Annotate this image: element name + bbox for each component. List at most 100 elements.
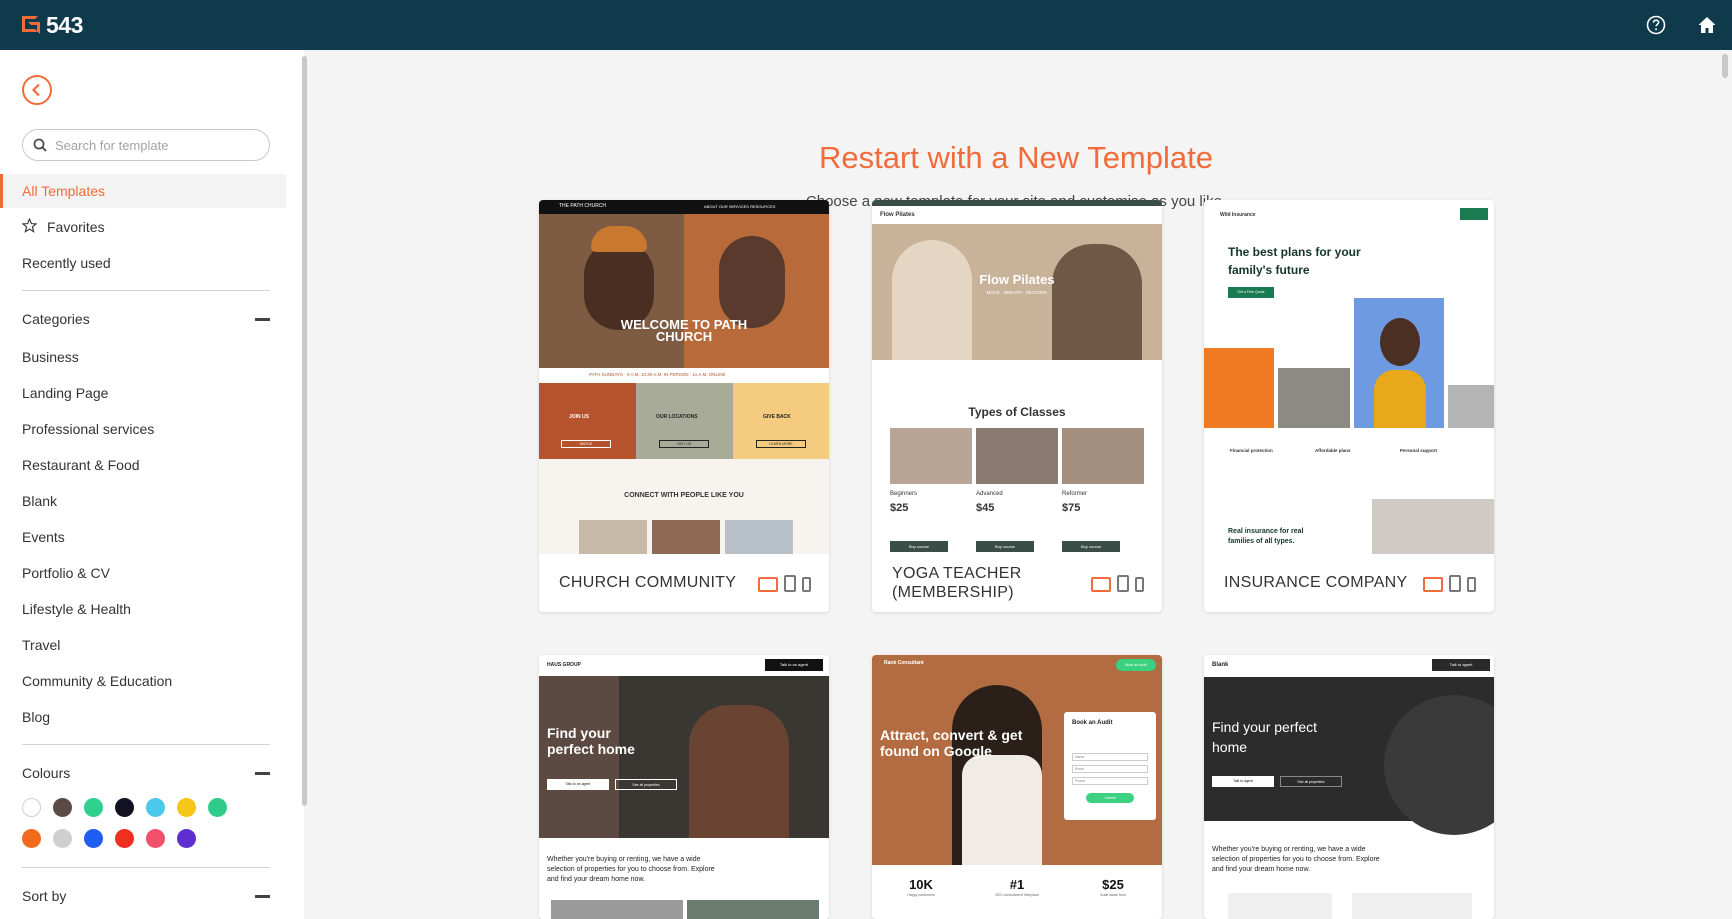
colour-swatch[interactable] <box>177 829 196 848</box>
template-card-church-community[interactable]: THE PATH CHURCH ABOUT OUR SERVICES RESOU… <box>539 200 829 612</box>
nav-label: Favorites <box>47 219 105 235</box>
category-events[interactable]: Events <box>22 529 65 545</box>
colour-swatch[interactable] <box>177 798 196 817</box>
template-card-yoga-teacher[interactable]: Flow Pilates Flow Pilates MOVE · BREATH … <box>872 200 1162 612</box>
template-preview[interactable]: Rank Consultant Book an Audit Attract, c… <box>872 655 1162 919</box>
category-portfolio-cv[interactable]: Portfolio & CV <box>22 565 110 581</box>
colour-swatch[interactable] <box>53 798 72 817</box>
preview-image <box>976 428 1058 484</box>
preview-nav-brand: Rank Consultant <box>884 660 924 666</box>
desktop-icon[interactable] <box>1423 577 1443 592</box>
search-input[interactable] <box>55 137 255 153</box>
preview-image <box>1448 385 1494 428</box>
preview-image <box>1278 368 1350 428</box>
device-preview-toggle[interactable] <box>758 575 811 592</box>
tablet-icon[interactable] <box>1449 575 1461 592</box>
template-preview[interactable]: HAUS GROUP Talk to an agent Find your pe… <box>539 655 829 919</box>
colour-swatch[interactable] <box>84 798 103 817</box>
template-preview[interactable]: Wild Insurance The best plans for your f… <box>1204 200 1494 554</box>
colour-swatch[interactable] <box>84 829 103 848</box>
preview-panel-title: OUR LOCATIONS <box>656 414 698 420</box>
preview-nav-brand: Blank <box>1212 662 1229 668</box>
preview-hero-button: Talk to agent <box>1212 776 1274 787</box>
nav-label: All Templates <box>22 183 106 199</box>
preview-nav-cta: Talk to an agent <box>765 659 823 671</box>
preview-person-shape <box>689 705 789 838</box>
back-button[interactable] <box>22 75 52 105</box>
colour-swatch[interactable] <box>22 829 41 848</box>
preview-nav-cta <box>1460 208 1488 220</box>
preview-class-label: Advanced <box>976 491 1003 497</box>
preview-class-price: $45 <box>976 502 995 514</box>
divider <box>22 744 270 745</box>
preview-stat-value: #1 <box>1009 877 1025 892</box>
category-community-education[interactable]: Community & Education <box>22 673 172 689</box>
main-scrollbar[interactable] <box>1722 54 1728 78</box>
preview-person-shape <box>1374 370 1426 428</box>
template-card-seo-consultant[interactable]: Rank Consultant Book an Audit Attract, c… <box>872 655 1162 919</box>
category-business[interactable]: Business <box>22 349 79 365</box>
tablet-icon[interactable] <box>784 575 796 592</box>
nav-recently-used[interactable]: Recently used <box>0 246 286 280</box>
preview-image <box>652 520 720 554</box>
preview-person-shape <box>892 240 972 360</box>
category-professional-services[interactable]: Professional services <box>22 421 154 437</box>
sidebar-scrollbar[interactable] <box>302 56 307 806</box>
colour-swatch[interactable] <box>22 798 41 817</box>
preview-image <box>1062 428 1144 484</box>
logo[interactable]: 543 <box>22 11 83 39</box>
template-card-real-estate[interactable]: HAUS GROUP Talk to an agent Find your pe… <box>539 655 829 919</box>
desktop-icon[interactable] <box>1091 577 1111 592</box>
preview-class-button: Buy course <box>1062 541 1120 552</box>
preview-image <box>687 900 819 919</box>
categories-section-toggle[interactable]: Categories <box>22 308 270 330</box>
template-preview[interactable]: THE PATH CHURCH ABOUT OUR SERVICES RESOU… <box>539 200 829 554</box>
divider <box>22 290 270 291</box>
nav-all-templates[interactable]: All Templates <box>0 174 286 208</box>
colour-swatch[interactable] <box>115 829 134 848</box>
template-card-blank[interactable]: Blank Talk to agent Find your perfect ho… <box>1204 655 1494 919</box>
mobile-icon[interactable] <box>1467 577 1476 592</box>
nav-label: Recently used <box>22 255 111 271</box>
preview-nav-brand: THE PATH CHURCH <box>559 203 607 209</box>
colours-section-toggle[interactable]: Colours <box>22 762 270 784</box>
nav-favorites[interactable]: Favorites <box>0 210 286 244</box>
device-preview-toggle[interactable] <box>1423 575 1476 592</box>
preview-class-button: Buy course <box>890 541 948 552</box>
star-icon <box>21 217 38 236</box>
category-blog[interactable]: Blog <box>22 709 50 725</box>
preview-hero-title: WELCOME TO PATH CHURCH <box>620 317 748 344</box>
preview-hero-title: Attract, convert & get found on Google <box>880 727 1023 759</box>
template-search[interactable] <box>22 129 270 161</box>
preview-hero-title: Find your perfect home <box>1212 719 1318 755</box>
mobile-icon[interactable] <box>1135 577 1144 592</box>
colour-swatch[interactable] <box>115 798 134 817</box>
preview-nav-brand: HAUS GROUP <box>547 662 581 668</box>
category-lifestyle-health[interactable]: Lifestyle & Health <box>22 601 131 617</box>
template-preview[interactable]: Flow Pilates Flow Pilates MOVE · BREATH … <box>872 200 1162 554</box>
desktop-icon[interactable] <box>758 577 778 592</box>
help-circle-icon[interactable] <box>1646 15 1666 35</box>
category-landing-page[interactable]: Landing Page <box>22 385 108 401</box>
colour-swatch[interactable] <box>208 798 227 817</box>
colour-swatch[interactable] <box>146 829 165 848</box>
template-card-insurance-company[interactable]: Wild Insurance The best plans for your f… <box>1204 200 1494 612</box>
preview-image <box>890 428 972 484</box>
colour-swatch[interactable] <box>53 829 72 848</box>
category-restaurant-food[interactable]: Restaurant & Food <box>22 457 140 473</box>
preview-image <box>579 520 647 554</box>
home-icon[interactable] <box>1697 15 1717 35</box>
collapse-minus-icon <box>255 317 270 321</box>
colour-swatch[interactable] <box>146 798 165 817</box>
category-blank[interactable]: Blank <box>22 493 57 509</box>
sort-section-toggle[interactable]: Sort by <box>22 885 270 907</box>
preview-form-field: Phone <box>1072 777 1148 785</box>
tablet-icon[interactable] <box>1117 575 1129 592</box>
preview-person-shape <box>962 755 1042 865</box>
mobile-icon[interactable] <box>802 577 811 592</box>
preview-person-shape <box>1052 244 1142 360</box>
device-preview-toggle[interactable] <box>1091 575 1144 592</box>
category-travel[interactable]: Travel <box>22 637 60 653</box>
preview-body-text: Whether you're buying or renting, we hav… <box>1212 846 1380 873</box>
template-preview[interactable]: Blank Talk to agent Find your perfect ho… <box>1204 655 1494 919</box>
